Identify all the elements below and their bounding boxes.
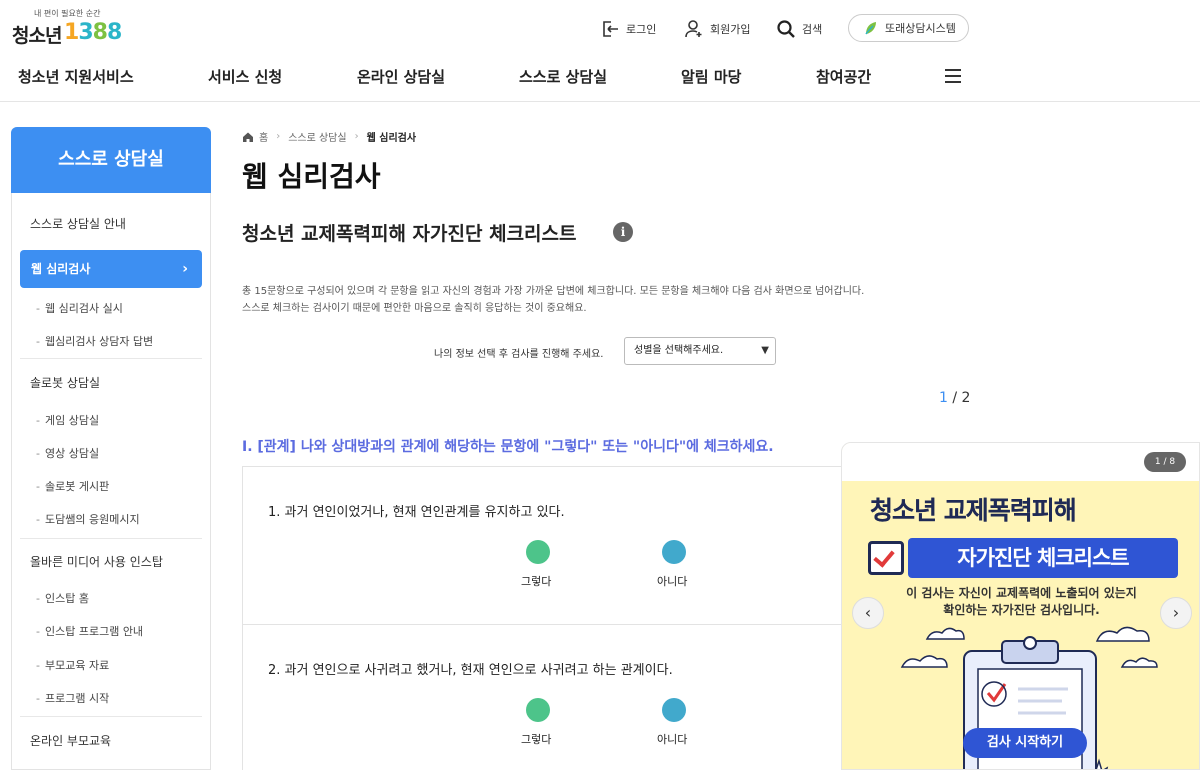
section-title: I. [관계] 나와 상대방과의 관계에 해당하는 문항에 "그렇다" 또는 "…	[242, 439, 774, 455]
sidebar-item-web-test[interactable]: 웹 심리검사 ›	[20, 250, 202, 288]
join-link[interactable]: 회원가입	[684, 14, 750, 44]
page-current: 1	[939, 390, 948, 406]
logo-tagline: 내 편이 필요한 순간	[34, 9, 101, 18]
banner-desc-line-2: 확인하는 자가진단 검사입니다.	[943, 603, 1100, 617]
sidebar-item-label: 웹 심리검사	[31, 262, 91, 276]
gender-select-value: 성별을 선택해주세요.	[634, 345, 724, 356]
promo-banner[interactable]: 1 / 8 청소년 교제폭력피해 자가진단 체크리스트 이 검사는 자신이 교제…	[841, 442, 1200, 770]
join-label: 회원가입	[710, 23, 751, 36]
banner-title: 청소년 교제폭력피해	[870, 496, 1077, 525]
chevron-right-icon: ›	[276, 131, 281, 142]
test-title: 청소년 교제폭력피해 자가진단 체크리스트	[242, 223, 577, 245]
question-item: 2. 과거 연인으로 사귀려고 했거나, 현재 연인으로 사귀려고 하는 관계이…	[242, 624, 862, 770]
page-title: 웹 심리검사	[242, 160, 381, 193]
sidebar-sub-game[interactable]: 게임 상담실	[36, 412, 99, 428]
sidebar-sub-board[interactable]: 솔로봇 게시판	[36, 478, 109, 494]
sidebar-sub-parent-material[interactable]: 부모교육 자료	[36, 657, 109, 673]
search-icon	[777, 20, 795, 38]
answer-no-radio[interactable]	[662, 698, 686, 722]
divider	[20, 358, 202, 359]
gnb-youth-support[interactable]: 청소년 지원서비스	[18, 66, 134, 87]
gnb-self-counsel[interactable]: 스스로 상담실	[519, 66, 607, 87]
global-navigation: 청소년 지원서비스 서비스 신청 온라인 상담실 스스로 상담실 알림 마당 참…	[0, 58, 1200, 102]
gnb-participation[interactable]: 참여공간	[816, 66, 871, 87]
sidebar-sub-web-test-run[interactable]: 웹 심리검사 실시	[36, 300, 123, 316]
answer-yes-radio[interactable]	[526, 540, 550, 564]
sidebar: 스스로 상담실 스스로 상담실 안내 웹 심리검사 › 웹 심리검사 실시 웹심…	[11, 127, 211, 770]
sidebar-sub-video[interactable]: 영상 상담실	[36, 445, 99, 461]
answer-no-radio[interactable]	[662, 540, 686, 564]
sidebar-sub-instop-home[interactable]: 인스탑 홈	[36, 590, 89, 606]
divider	[20, 538, 202, 539]
login-label: 로그인	[626, 23, 657, 36]
gnb-notice[interactable]: 알림 마당	[681, 66, 741, 87]
sidebar-sub-program-start[interactable]: 프로그램 시작	[36, 690, 109, 706]
sidebar-item-guide[interactable]: 스스로 상담실 안내	[30, 215, 126, 232]
gnb-service-apply[interactable]: 서비스 신청	[208, 66, 282, 87]
question-item: 1. 과거 연인이었거나, 현재 연인관계를 유지하고 있다. 그렇다 아니다	[242, 466, 862, 625]
question-text: 1. 과거 연인이었거나, 현재 연인관계를 유지하고 있다.	[268, 505, 565, 520]
breadcrumb-current: 웹 심리검사	[366, 133, 417, 144]
banner-prev-icon[interactable]: ‹	[852, 597, 884, 629]
gender-label: 나의 정보 선택 후 검사를 진행해 주세요.	[434, 349, 604, 360]
chevron-right-icon: ›	[182, 261, 188, 277]
description-line-1: 총 15문항으로 구성되어 있으며 각 문항을 읽고 자신의 경험과 가장 가까…	[242, 286, 865, 297]
sidebar-item-parent-edu[interactable]: 온라인 부모교육	[30, 732, 111, 749]
login-link[interactable]: 로그인	[600, 14, 656, 44]
gnb-online-counsel[interactable]: 온라인 상담실	[357, 66, 445, 87]
description-line-2: 스스로 체크하는 검사이기 때문에 편안한 마음으로 솔직히 응답하는 것이 중…	[242, 303, 587, 314]
sidebar-title: 스스로 상담실	[11, 127, 211, 193]
info-icon[interactable]: i	[613, 222, 633, 242]
breadcrumb-level1[interactable]: 스스로 상담실	[288, 129, 346, 144]
page-indicator: 1 / 2	[939, 390, 970, 406]
divider	[20, 716, 202, 717]
start-test-button[interactable]: 검사 시작하기	[963, 728, 1087, 758]
sidebar-item-solobot[interactable]: 솔로봇 상담실	[30, 374, 100, 391]
logo-number: 1388	[64, 20, 122, 45]
top-header: 내 편이 필요한 순간 청소년 1388 로그인 회원가입 검색 또래상담시스템	[0, 0, 1200, 58]
leaf-icon	[865, 22, 876, 35]
chevron-right-icon: ›	[354, 131, 359, 142]
chevron-down-icon: ▼	[761, 345, 769, 356]
sidebar-sub-instop-program[interactable]: 인스탑 프로그램 안내	[36, 623, 143, 639]
sidebar-item-instop[interactable]: 올바른 미디어 사용 인스탑	[30, 553, 163, 570]
checkbox-icon	[868, 541, 904, 575]
breadcrumb-home[interactable]: 홈	[259, 129, 268, 144]
banner-subtitle: 자가진단 체크리스트	[908, 538, 1178, 578]
logo-name: 청소년	[12, 25, 62, 47]
banner-counter: 1 / 8	[1144, 452, 1186, 472]
page-total: / 2	[947, 390, 971, 406]
search-link[interactable]: 검색	[776, 14, 822, 44]
answer-yes-radio[interactable]	[526, 698, 550, 722]
banner-desc-line-1: 이 검사는 자신이 교제폭력에 노출되어 있는지	[906, 586, 1137, 600]
sidebar-sub-counselor-answer[interactable]: 웹심리검사 상담자 답변	[36, 333, 153, 349]
banner-next-icon[interactable]: ›	[1160, 597, 1192, 629]
search-label: 검색	[802, 23, 823, 36]
peer-counseling-system-button[interactable]: 또래상담시스템	[848, 14, 969, 42]
system-label: 또래상담시스템	[885, 22, 956, 35]
answer-yes-label[interactable]: 그렇다	[521, 573, 551, 589]
hamburger-menu-icon[interactable]	[945, 69, 961, 83]
answer-no-label[interactable]: 아니다	[657, 573, 687, 589]
home-icon[interactable]	[242, 131, 254, 143]
question-text: 2. 과거 연인으로 사귀려고 했거나, 현재 연인으로 사귀려고 하는 관계이…	[268, 663, 673, 678]
answer-yes-label[interactable]: 그렇다	[521, 731, 551, 747]
answer-no-label[interactable]: 아니다	[657, 731, 687, 747]
breadcrumb: 홈 › 스스로 상담실 › 웹 심리검사	[242, 129, 416, 144]
login-icon	[603, 21, 618, 37]
user-add-icon	[685, 20, 702, 38]
site-logo[interactable]: 내 편이 필요한 순간 청소년 1388	[12, 8, 122, 48]
banner-header: 1 / 8	[842, 443, 1199, 481]
gender-select[interactable]: 성별을 선택해주세요. ▼	[624, 337, 776, 365]
sidebar-sub-message[interactable]: 도담쌤의 응원메시지	[36, 511, 140, 527]
